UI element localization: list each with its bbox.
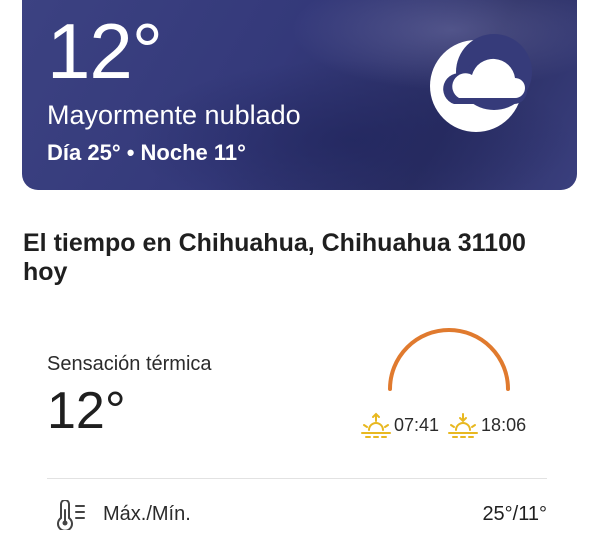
max-min-value: 25°/11° [482,503,547,525]
thermometer-icon [57,500,85,530]
sun-times: 07:41 18:06 [360,410,534,440]
sunset-time: 18:06 [481,414,527,435]
current-temperature: 12° [47,7,163,95]
page-title: El tiempo en Chihuahua, Chihuahua 31100 … [23,229,526,286]
feels-like-label: Sensación térmica [47,353,212,375]
max-min-label: Máx./Mín. [103,503,191,525]
day-night-range: Día 25° • Noche 11° [47,140,246,165]
sun-path-arc [388,328,510,391]
sunset-icon [448,413,479,438]
sunset: 18:06 [447,411,526,439]
sunrise: 07:41 [360,411,439,439]
feels-like-value: 12° [47,382,126,440]
divider [47,478,547,479]
sunrise-time: 07:41 [394,414,440,435]
current-conditions-card[interactable]: 12° Mayormente nublado Día 25° • Noche 1… [22,0,577,190]
condition-text: Mayormente nublado [47,100,301,130]
partly-cloudy-night-icon [430,34,532,132]
sunrise-icon [361,412,391,438]
